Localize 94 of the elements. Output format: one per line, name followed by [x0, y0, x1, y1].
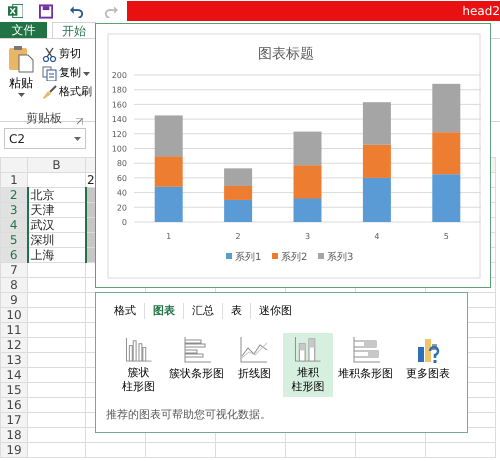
ribbon-command[interactable]: 格式刷 — [40, 83, 94, 102]
row-header[interactable]: 17 — [0, 412, 28, 428]
row-header[interactable]: 1 — [0, 172, 28, 188]
name-box[interactable]: C2 — [4, 128, 86, 149]
row-header[interactable]: 6 — [0, 248, 28, 262]
row-header[interactable]: 8 — [0, 278, 28, 292]
tab[interactable]: 迷你图 — [251, 303, 300, 319]
axis-label: 1 — [166, 232, 172, 241]
line-chart-icon — [240, 336, 268, 364]
caret-icon — [18, 93, 24, 97]
row-header[interactable]: 13 — [0, 352, 28, 368]
chart-area[interactable]: 图表标题 0 20 40 60 80 100 120 140 160 180 200 1 2 3 4 5 系列1 系列2 系列3 — [95, 23, 491, 288]
axis-label: 4 — [374, 232, 380, 241]
stacked-bar-chart-icon — [294, 336, 322, 363]
chart-option[interactable]: 簇状条形图 — [167, 333, 226, 397]
cell-value[interactable]: 2 — [87, 174, 95, 186]
save-icon[interactable] — [39, 4, 54, 18]
legend-label: 系列2 — [281, 252, 308, 263]
legend-label: 系列1 — [235, 252, 262, 263]
axis-label: 3 — [304, 232, 310, 241]
bar[interactable] — [362, 178, 391, 222]
axis-label: 200 — [112, 71, 127, 80]
legend-label: 系列3 — [327, 252, 354, 263]
row-header[interactable]: 9 — [0, 292, 28, 308]
axis-label: 40 — [116, 188, 127, 198]
redo-icon — [102, 4, 119, 18]
tab[interactable]: 汇总 — [184, 303, 223, 319]
bar[interactable] — [224, 168, 252, 186]
axis-label: 0 — [122, 218, 127, 227]
row-header[interactable]: 7 — [0, 262, 28, 278]
bar[interactable] — [224, 186, 252, 200]
row-header[interactable]: 15 — [0, 382, 28, 398]
clipboard-icon — [8, 45, 34, 73]
row-header[interactable]: 18 — [0, 428, 28, 442]
bar-chart-icon — [124, 336, 153, 363]
tab[interactable]: 表 — [223, 303, 251, 319]
bar[interactable] — [432, 84, 460, 132]
caret-icon[interactable] — [83, 72, 90, 76]
row-header[interactable]: 14 — [0, 368, 28, 382]
caret-icon — [74, 136, 81, 140]
chart-option[interactable]: 簇状 柱形图 — [114, 333, 164, 397]
row-header[interactable]: 12 — [0, 338, 28, 352]
excel-logo-icon — [8, 3, 24, 19]
ribbon-command[interactable]: 复制 — [40, 64, 92, 83]
ribbon-command[interactable]: 剪切 — [40, 45, 83, 64]
tab[interactable]: 格式 — [106, 303, 145, 319]
chart-option[interactable]: 折线图 — [230, 333, 280, 397]
chart-option[interactable]: 堆积 柱形图 — [283, 333, 333, 397]
row-header[interactable]: 11 — [0, 322, 28, 338]
paintbrush-icon — [42, 85, 57, 100]
row-header[interactable]: 4 — [0, 218, 28, 232]
bar[interactable] — [294, 198, 322, 222]
chart-option[interactable]: 堆积条形图 — [336, 333, 395, 397]
bar[interactable] — [154, 115, 183, 157]
row-header[interactable]: 10 — [0, 308, 28, 322]
axis-label: 5 — [444, 232, 449, 241]
axis-label: 20 — [116, 203, 127, 212]
bar[interactable] — [224, 200, 252, 222]
bar[interactable] — [154, 186, 183, 222]
axis-label: 2 — [236, 232, 241, 241]
horizontal-bar-chart-icon — [182, 336, 211, 364]
row-header[interactable]: 2 — [0, 188, 28, 202]
row-header[interactable]: 5 — [0, 232, 28, 248]
scissors-icon — [42, 47, 57, 62]
bar[interactable] — [294, 132, 322, 166]
bar[interactable] — [154, 156, 183, 187]
file-tab[interactable]: 文件 — [0, 22, 47, 38]
row-header[interactable]: 3 — [0, 202, 28, 218]
axis-label: 100 — [112, 144, 127, 154]
paste-button[interactable]: 粘贴 — [4, 45, 38, 103]
ribbon-tab[interactable]: 开始 — [52, 22, 96, 38]
row-header[interactable]: 16 — [0, 398, 28, 412]
bar[interactable] — [432, 132, 460, 174]
bar[interactable] — [294, 165, 322, 198]
axis-label: 120 — [112, 130, 127, 139]
bar[interactable] — [362, 102, 391, 145]
chart-option[interactable]: 更多图表 — [398, 333, 458, 397]
chart-title[interactable]: 图表标题 — [258, 46, 314, 62]
axis-label: 180 — [112, 86, 127, 95]
group-label: 剪贴板 — [26, 110, 62, 127]
window-title: head2 — [127, 1, 500, 21]
stacked-horizontal-bar-icon — [352, 336, 380, 364]
bar[interactable] — [362, 144, 391, 178]
copy-icon — [42, 66, 57, 81]
dialog-launcher-icon[interactable] — [76, 118, 83, 124]
axis-label: 140 — [112, 115, 127, 124]
hint-text: 推荐的图表可帮助您可视化数据。 — [106, 407, 272, 423]
axis-label: 80 — [116, 159, 127, 168]
column-header[interactable]: B — [28, 158, 86, 172]
bar[interactable] — [432, 174, 460, 222]
tab[interactable]: 图表 — [145, 303, 184, 319]
axis-label: 160 — [112, 100, 127, 110]
row-header[interactable]: 19 — [0, 442, 28, 458]
axis-label: 60 — [116, 174, 127, 183]
